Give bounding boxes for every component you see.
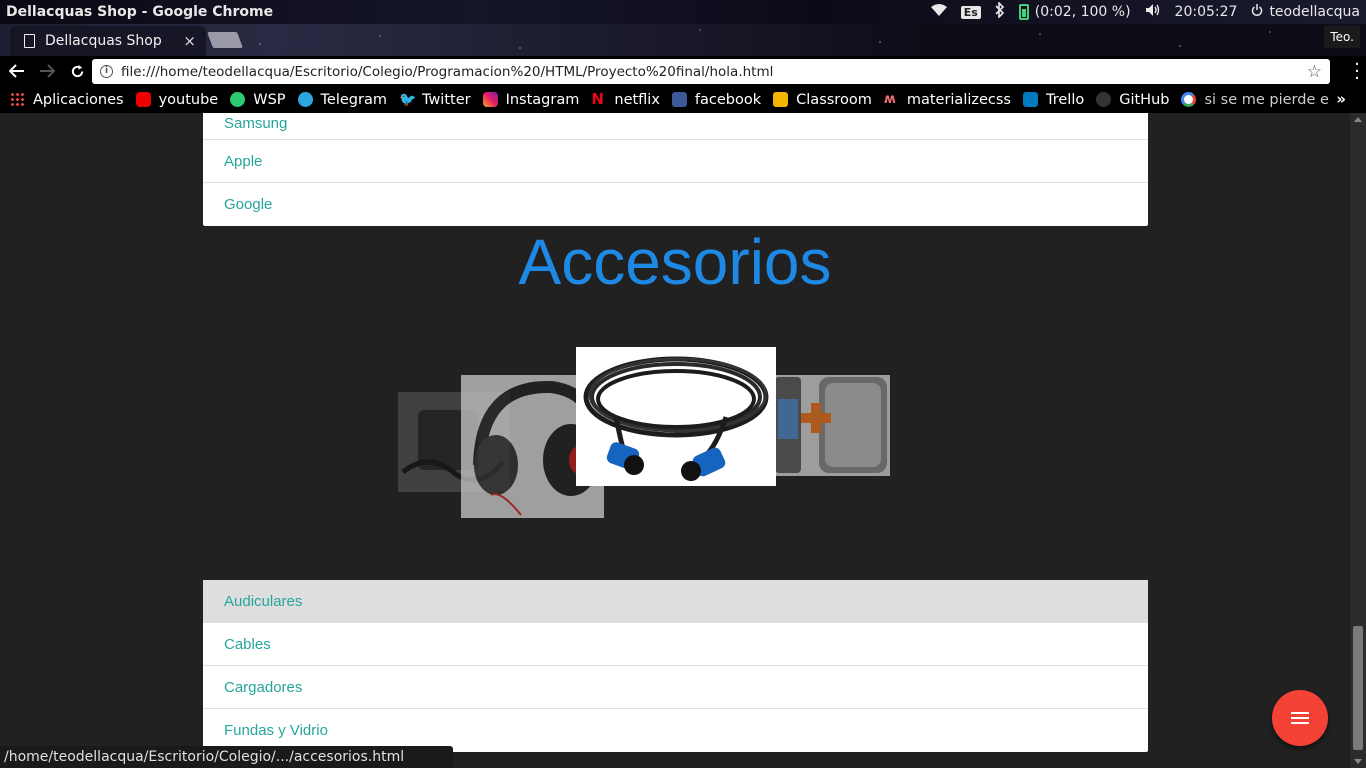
scroll-up-icon[interactable] — [1354, 117, 1362, 122]
github-icon — [1096, 92, 1112, 107]
bookmark-youtube[interactable]: youtube — [135, 91, 219, 108]
apps-icon — [10, 92, 25, 107]
bookmarks-bar: Aplicaciones youtube WSP Telegram 🐦 Twitt… — [0, 86, 1366, 113]
close-tab-icon[interactable]: × — [183, 32, 196, 50]
trello-icon — [1023, 92, 1038, 107]
keyboard-layout-indicator[interactable]: Es — [960, 5, 981, 19]
bookmark-star-icon[interactable]: ☆ — [1307, 62, 1322, 82]
brand-link-apple[interactable]: Apple — [203, 140, 1148, 183]
brand-link-google[interactable]: Google — [203, 183, 1148, 226]
wifi-icon[interactable] — [930, 4, 947, 20]
bookmark-label: GitHub — [1119, 91, 1170, 108]
bookmark-facebook[interactable]: facebook — [671, 91, 762, 108]
profile-button[interactable]: Teo. — [1324, 26, 1360, 48]
bookmark-aplicaciones[interactable]: Aplicaciones — [10, 92, 124, 108]
reload-icon — [71, 64, 83, 77]
page-icon — [24, 34, 35, 48]
forward-arrow-icon — [40, 64, 55, 78]
user-name: teodellacqua — [1269, 4, 1360, 20]
carousel-item-fundas[interactable] — [771, 375, 890, 476]
bookmark-trello[interactable]: Trello — [1023, 92, 1084, 108]
bookmark-github[interactable]: GitHub — [1096, 92, 1169, 108]
cable-image — [583, 356, 769, 481]
scroll-down-icon[interactable] — [1354, 759, 1362, 764]
bookmark-label: WSP — [253, 91, 286, 108]
tab-title: Dellacquas Shop — [45, 33, 162, 49]
browser-tab[interactable]: Dellacquas Shop × — [10, 26, 206, 56]
menu-icon — [1291, 712, 1309, 724]
bookmark-label: netflix — [614, 91, 660, 108]
bookmark-twitter[interactable]: 🐦 Twitter — [398, 91, 471, 109]
address-bar[interactable]: i file:///home/teodellacqua/Escritorio/C… — [92, 59, 1330, 84]
bluetooth-icon[interactable] — [995, 1, 1005, 22]
clock[interactable]: 20:05:27 — [1175, 4, 1238, 20]
volume-icon[interactable] — [1145, 3, 1161, 21]
phone-case-image — [775, 377, 887, 473]
accessory-link-cargadores[interactable]: Cargadores — [203, 666, 1148, 709]
twitter-icon: 🐦 — [398, 92, 417, 108]
link-status-bubble: /home/teodellacqua/Escritorio/Colegio/..… — [0, 746, 453, 768]
url-text[interactable]: file:///home/teodellacqua/Escritorio/Col… — [121, 64, 1307, 80]
new-tab-button[interactable] — [207, 32, 243, 48]
reload-button[interactable] — [64, 58, 90, 84]
bookmark-label: Instagram — [505, 91, 580, 108]
materialize-icon: ʍ — [883, 92, 896, 107]
page-scrollbar[interactable] — [1350, 113, 1366, 768]
carousel-item-cables[interactable] — [576, 347, 776, 486]
bookmark-label: Telegram — [320, 91, 387, 108]
bookmark-label: Twitter — [421, 91, 471, 108]
section-title: Accesorios — [518, 226, 832, 298]
chrome-menu-icon[interactable]: · · · — [1352, 56, 1362, 88]
bookmark-label: materializecss — [906, 91, 1011, 108]
forward-button[interactable] — [34, 58, 60, 84]
scrollbar-thumb[interactable] — [1353, 626, 1363, 750]
instagram-icon — [482, 92, 498, 107]
bookmark-label: Classroom — [796, 91, 872, 108]
accessories-collection: Audiculares Cables Cargadores Fundas y V… — [203, 580, 1148, 752]
bookmark-label: facebook — [694, 91, 762, 108]
bookmark-netflix[interactable]: Nnetflix — [591, 92, 660, 108]
battery-text: (0:02, 100 %) — [1034, 4, 1131, 20]
os-top-panel: Dellacquas Shop - Google Chrome Es (0:02… — [0, 0, 1366, 24]
floating-menu-button[interactable] — [1272, 690, 1328, 746]
tab-strip: Dellacquas Shop × Teo. — [0, 24, 1366, 56]
bookmark-telegram[interactable]: Telegram — [297, 91, 387, 108]
accessory-link-cables[interactable]: Cables — [203, 623, 1148, 666]
back-button[interactable] — [4, 58, 30, 84]
battery-indicator[interactable]: (0:02, 100 %) — [1018, 4, 1131, 20]
window-title: Dellacquas Shop - Google Chrome — [6, 4, 274, 20]
bookmark-instagram[interactable]: Instagram — [482, 91, 580, 108]
back-arrow-icon — [9, 64, 24, 78]
facebook-icon — [671, 92, 687, 107]
page-viewport: Samsung Apple Google Accesorios Audicula… — [0, 113, 1350, 768]
bookmark-materializecss[interactable]: ʍ materializecss — [884, 92, 1011, 108]
bookmark-wsp[interactable]: WSP — [230, 91, 286, 108]
bookmark-classroom[interactable]: Classroom — [773, 92, 872, 108]
battery-icon — [1018, 4, 1029, 20]
bookmark-label: si se me pierde e — [1204, 91, 1329, 108]
info-icon[interactable]: i — [100, 65, 113, 78]
brands-collection: Samsung Apple Google — [203, 113, 1148, 226]
session-menu[interactable]: teodellacqua — [1251, 4, 1360, 20]
telegram-icon — [297, 92, 313, 107]
whatsapp-icon — [230, 92, 246, 107]
power-icon — [1251, 4, 1263, 20]
youtube-icon — [135, 92, 151, 107]
netflix-icon: N — [591, 90, 604, 108]
bookmarks-overflow-button[interactable]: » — [1336, 90, 1346, 108]
brand-link-samsung[interactable]: Samsung — [203, 113, 1148, 140]
google-icon — [1181, 92, 1197, 107]
system-tray: Es (0:02, 100 %) 20:05:27 teodellacqua — [930, 1, 1366, 22]
bookmark-label: youtube — [158, 91, 219, 108]
bookmark-label: Aplicaciones — [33, 91, 124, 108]
bookmark-label: Trello — [1046, 91, 1085, 108]
classroom-icon — [773, 92, 789, 107]
accessory-link-audiculares[interactable]: Audiculares — [203, 580, 1148, 623]
browser-toolbar: i file:///home/teodellacqua/Escritorio/C… — [0, 56, 1366, 88]
bookmark-google[interactable]: si se me pierde e — [1181, 91, 1329, 108]
